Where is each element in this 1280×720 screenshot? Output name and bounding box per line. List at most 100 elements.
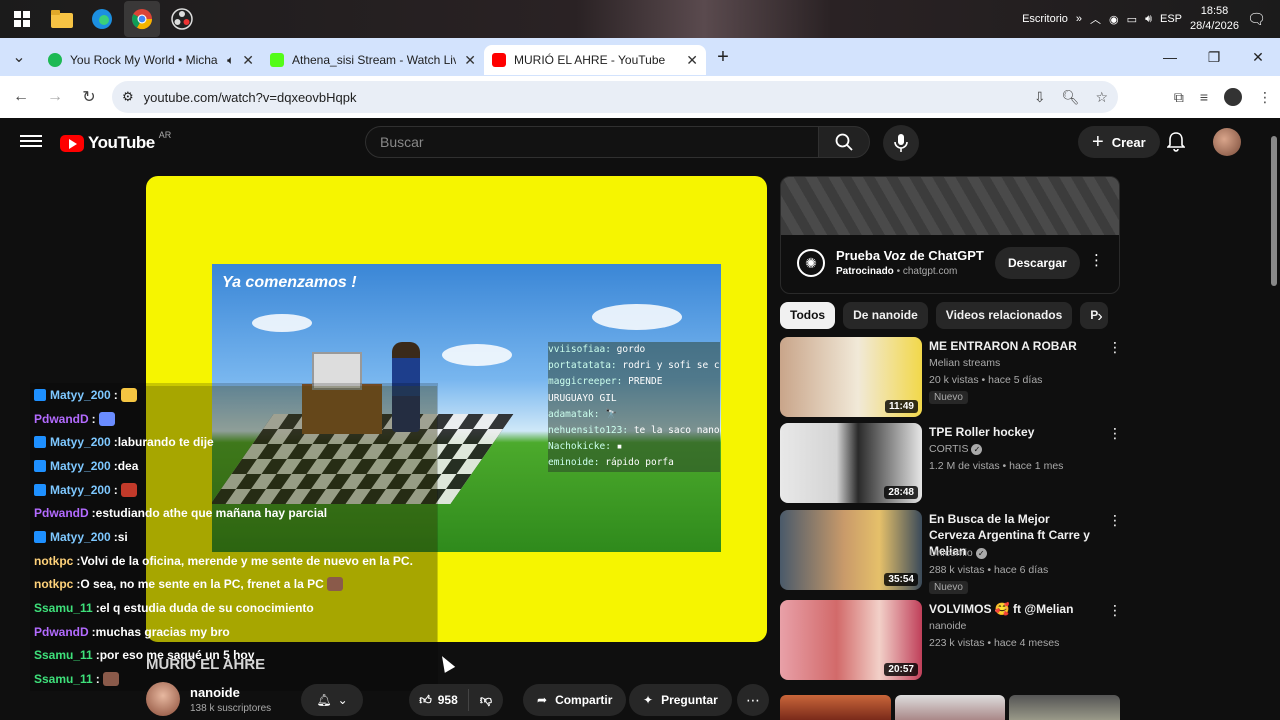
reload-icon[interactable]: ↻ [72,80,106,114]
video-thumbnail[interactable]: 35:54 [780,510,922,590]
recommendation-thumbnail[interactable] [1009,695,1121,720]
subscribed-bell-button[interactable]: 🔔︎ ⌄ [301,684,363,716]
cloud [252,314,312,332]
channel-name[interactable]: Unicomio ✓ [929,547,987,559]
country-code: AR [158,130,172,140]
dislike-button[interactable]: 👎︎ [469,693,503,708]
tab-audio-icon[interactable]: 🔈︎ [227,53,234,68]
recommended-video[interactable]: 11:49 ME ENTRARON A ROBAR Melian streams 20… [780,337,1122,419]
ad-download-button[interactable]: Descargar [995,247,1080,279]
windows-start-icon[interactable] [4,1,40,37]
in-scene-chat-line: Nachokicke: ▪ [548,439,720,456]
file-explorer-icon[interactable] [44,1,80,37]
create-button[interactable]: + Crear [1078,126,1160,158]
site-info-icon[interactable]: ⚙ [122,89,134,105]
ad-more-icon[interactable]: ⋮ [1089,251,1104,269]
more-actions-icon[interactable]: ⋯ [737,684,769,716]
notifications-icon[interactable]: 🗨︎ [1247,10,1266,28]
new-tab-plus-icon[interactable]: + [706,40,740,74]
address-bar[interactable]: ⚙ youtube.com/watch?v=dqxeovbHqpk ⇩ 🔍︎ ☆ [112,81,1118,113]
video-title[interactable]: VOLVIMOS 🥰 ft @Melian [929,601,1097,617]
back-arrow-icon[interactable]: ← [4,80,38,114]
share-label: Compartir [555,693,613,707]
channel-avatar[interactable] [146,682,180,716]
tab-youtube[interactable]: MURIÓ EL AHRE - YouTube ✕ [484,45,706,75]
create-label: Crear [1111,134,1146,150]
channel-name-text: Melian streams [929,357,1001,369]
voice-search-button[interactable] [883,125,919,161]
more-options-icon[interactable]: ⋮ [1108,602,1122,619]
sponsored-ad-card[interactable]: ✺ Prueba Voz de ChatGPT Patrocinado • ch… [780,176,1120,294]
recommended-video[interactable]: 20:57 VOLVIMOS 🥰 ft @Melian nanoide 223 k v… [780,600,1122,682]
chevron-right-icon[interactable]: › [1088,305,1112,329]
channel-name[interactable]: CORTIS ✓ [929,443,983,455]
more-options-icon[interactable]: ⋮ [1108,512,1122,529]
recommendation-thumbnail[interactable] [780,695,891,720]
more-options-icon[interactable]: ⋮ [1108,339,1122,356]
video-thumbnail[interactable]: 28:48 [780,423,922,503]
profile-icon[interactable] [1224,88,1242,106]
extensions-puzzle-icon[interactable]: ⧉ [1174,89,1184,106]
channel-name[interactable]: Melian streams [929,357,1000,369]
subscriber-badge-icon [34,483,46,496]
show-hidden-icons-icon[interactable]: ︿ [1090,11,1101,27]
video-title[interactable]: TPE Roller hockey [929,424,1097,440]
discord-icon[interactable]: ◉ [1109,13,1119,26]
notifications-bell-icon[interactable] [1164,130,1188,154]
menu-hamburger-icon[interactable] [20,132,42,152]
search-input[interactable]: Buscar [365,126,819,158]
youtube-logo[interactable]: YouTube AR [60,130,172,153]
chip-from-channel[interactable]: De nanoide [843,301,928,329]
tab-close-icon[interactable]: ✕ [242,52,254,69]
tab-search-chevron-icon[interactable]: ⌄ [2,40,36,74]
video-meta: 223 k vistas • hace 4 meses [929,637,1060,649]
ad-banner-image[interactable] [781,177,1119,235]
zoom-icon[interactable]: 🔍︎ [1062,89,1080,106]
page-scrollbar[interactable] [1268,118,1280,720]
scrollbar-thumb[interactable] [1271,136,1277,286]
recommendation-thumbnail[interactable] [894,695,1006,720]
chip-all[interactable]: Todos [780,301,836,329]
volume-icon[interactable]: 🔊︎ [1145,13,1152,26]
tab-close-icon[interactable]: ✕ [686,52,698,69]
account-avatar[interactable] [1213,128,1241,156]
channel-name[interactable]: nanoide [190,685,240,700]
clock[interactable]: 18:58 28/4/2026 [1190,4,1239,34]
chrome-browser-icon[interactable] [124,1,160,37]
like-button[interactable]: 👍︎ 958 [409,689,469,711]
chrome-menu-icon[interactable]: ⋮ [1258,89,1272,106]
channel-name[interactable]: nanoide [929,620,966,632]
share-button[interactable]: ➦ Compartir [523,684,627,716]
network-icon[interactable]: ▭ [1127,13,1137,26]
video-title[interactable]: ME ENTRARON A ROBAR [929,338,1097,354]
recommended-video[interactable]: 35:54 En Busca de la Mejor Cerveza Argent… [780,510,1122,594]
reading-list-icon[interactable]: ≡ [1200,89,1208,105]
obs-studio-icon[interactable] [164,1,200,37]
desktop-toolbar-label[interactable]: Escritorio [1022,13,1068,25]
chip-related[interactable]: Videos relacionados [935,301,1073,329]
minimize-icon[interactable]: — [1148,38,1192,76]
tab-close-icon[interactable]: ✕ [464,52,476,69]
search-button[interactable] [818,126,870,158]
language-indicator[interactable]: ESP [1160,13,1182,25]
chat-username: PdwandD [34,506,89,521]
chat-username: Matyy_200 [50,387,111,402]
tab-kick[interactable]: Athena_sisi Stream - Watch Live ✕ [262,45,484,75]
restore-icon[interactable]: ❐ [1192,38,1236,76]
subscriber-badge-icon [34,530,46,543]
video-thumbnail[interactable]: 20:57 [780,600,922,680]
more-options-icon[interactable]: ⋮ [1108,425,1122,442]
chat-emote-icon [102,672,119,687]
forward-arrow-icon[interactable]: → [38,80,72,114]
close-window-icon[interactable]: ✕ [1236,38,1280,76]
video-thumbnail[interactable]: 11:49 [780,337,922,417]
tab-spotify[interactable]: You Rock My World • Micha 🔈︎ ✕ [40,45,262,75]
recommended-video[interactable]: 28:48 TPE Roller hockey CORTIS ✓ 1.2 M de vi… [780,423,1122,505]
ad-title[interactable]: Prueba Voz de ChatGPT [836,248,984,263]
ask-button[interactable]: ✦ Preguntar [629,684,732,716]
edge-browser-icon[interactable] [84,1,120,37]
install-app-icon[interactable]: ⇩ [1034,89,1046,106]
overflow-chevrons-icon[interactable]: » [1076,13,1082,25]
bookmark-star-icon[interactable]: ☆ [1095,89,1108,106]
video-meta: 20 k vistas • hace 5 días [929,374,1043,386]
